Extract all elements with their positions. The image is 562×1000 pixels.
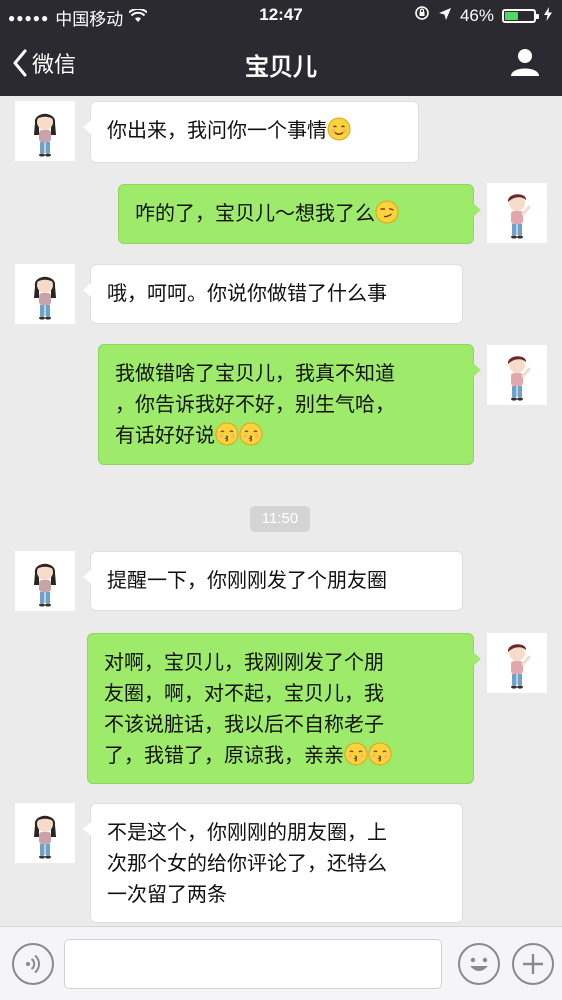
received-message-bubble[interactable]: 哦，呵呵。你说你做错了什么事 <box>83 264 463 324</box>
received-message-bubble[interactable]: 你出来，我问你一个事情 <box>83 101 419 163</box>
contact-avatar[interactable] <box>15 803 75 863</box>
smirk-emoji-icon <box>375 200 399 224</box>
message-timestamp: 11:50 <box>250 506 310 532</box>
smiley-icon <box>470 957 488 971</box>
message-input[interactable] <box>64 939 442 989</box>
battery-fill <box>505 11 518 20</box>
plus-icon <box>523 954 543 974</box>
status-bar: ●●●●● 中国移动 12:47 46% <box>0 0 562 32</box>
message-line: 次那个女的给你评论了，还特么 <box>107 851 387 875</box>
sent-message-bubble[interactable]: 我做错啥了宝贝儿，我真不知道 ，你告诉我好不好，别生气哈， 有话好好说 <box>98 344 481 465</box>
emoji-button[interactable] <box>458 943 500 985</box>
message-line: 我做错啥了宝贝儿，我真不知道 <box>115 361 395 385</box>
message-text: 你出来，我问你一个事情 <box>107 118 327 142</box>
kiss-emoji-icon <box>344 742 368 766</box>
charging-icon <box>544 6 552 26</box>
chat-messages[interactable]: 你出来，我问你一个事情 咋的了，宝贝儿～想我了么 哦，呵呵。你说你做错了什么事 … <box>0 96 562 926</box>
my-avatar[interactable] <box>487 633 547 693</box>
message-text: 哦，呵呵。你说你做错了什么事 <box>107 281 387 305</box>
sent-message-bubble[interactable]: 对啊，宝贝儿，我刚刚发了个朋 友圈，啊，对不起，宝贝儿，我 不该说脏话，我以后不… <box>87 633 481 784</box>
message-line: 不该说脏话，我以后不自称老子 <box>104 712 384 736</box>
my-avatar[interactable] <box>487 183 547 243</box>
battery-icon <box>502 8 539 23</box>
input-bar <box>0 926 562 1000</box>
message-line: 一次留了两条 <box>107 882 227 906</box>
message-text: 咋的了，宝贝儿～想我了么 <box>135 201 375 225</box>
received-message-bubble[interactable]: 不是这个，你刚刚的朋友圈，上 次那个女的给你评论了，还特么 一次留了两条 <box>83 803 463 923</box>
contact-avatar[interactable] <box>15 264 75 324</box>
person-icon <box>511 49 539 76</box>
message-text: 提醒一下，你刚刚发了个朋友圈 <box>107 568 387 592</box>
status-right: 46% <box>414 5 552 26</box>
my-avatar[interactable] <box>487 345 547 405</box>
chat-title: 宝贝儿 <box>245 53 317 81</box>
contact-avatar[interactable] <box>15 101 75 161</box>
sent-message-bubble[interactable]: 咋的了，宝贝儿～想我了么 <box>118 184 481 244</box>
battery-percent: 46% <box>459 5 494 25</box>
profile-button[interactable] <box>510 47 540 81</box>
voice-icon <box>26 954 41 974</box>
message-line: 友圈，啊，对不起，宝贝儿，我 <box>104 681 384 705</box>
kiss-emoji-icon <box>215 422 239 446</box>
received-message-bubble[interactable]: 提醒一下，你刚刚发了个朋友圈 <box>83 551 463 611</box>
smile-emoji-icon <box>327 117 351 141</box>
contact-avatar[interactable] <box>15 551 75 611</box>
kiss-emoji-icon <box>239 422 263 446</box>
message-line: ，你告诉我好不好，别生气哈， <box>115 392 395 416</box>
rotation-lock-icon <box>414 5 430 26</box>
voice-button[interactable] <box>12 943 54 985</box>
more-button[interactable] <box>512 943 554 985</box>
chat-header: 微信 宝贝儿 <box>0 32 562 96</box>
location-icon <box>438 6 452 26</box>
kiss-emoji-icon <box>368 742 392 766</box>
message-line: 了，我错了，原谅我，亲亲 <box>104 743 344 767</box>
message-line: 对啊，宝贝儿，我刚刚发了个朋 <box>104 650 384 674</box>
message-line: 不是这个，你刚刚的朋友圈，上 <box>107 820 387 844</box>
message-line: 有话好好说 <box>115 423 215 447</box>
